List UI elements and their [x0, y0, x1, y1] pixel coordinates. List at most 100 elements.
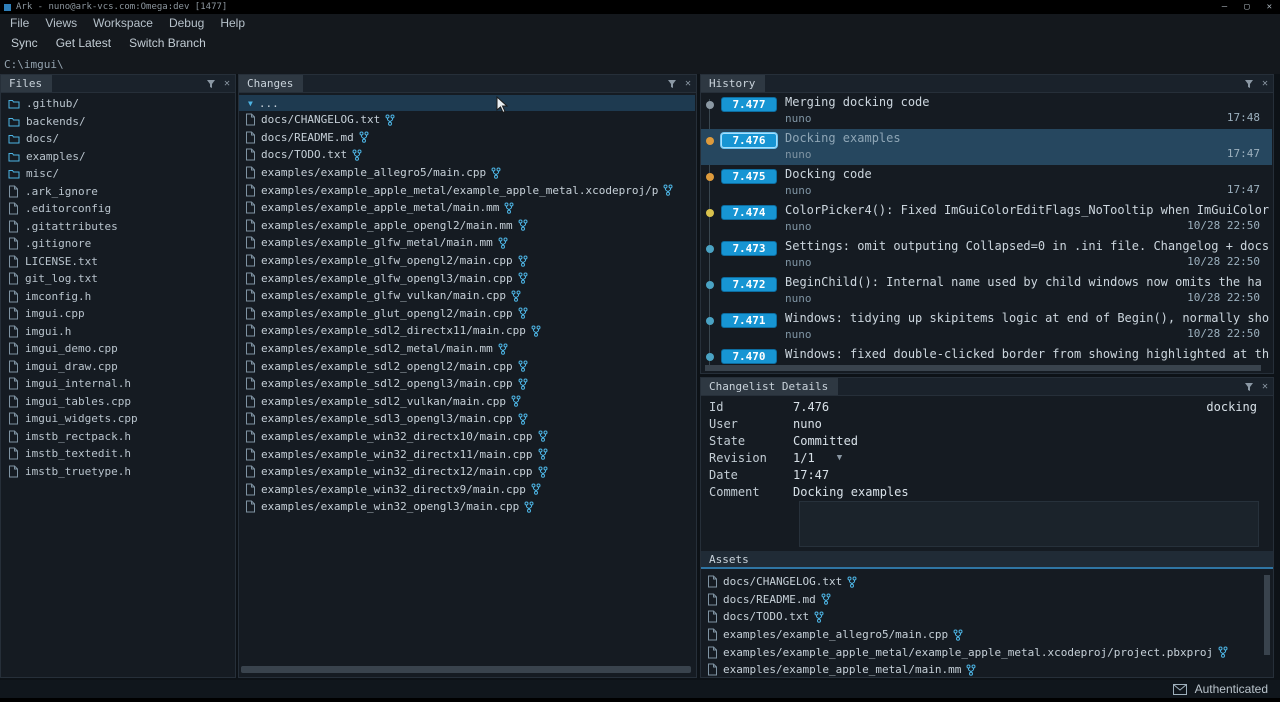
revision-badge[interactable]: 7.476 [721, 133, 777, 148]
close-icon[interactable]: ✕ [1262, 79, 1268, 89]
changed-file-row[interactable]: examples/example_glut_opengl2/main.cpp [239, 305, 695, 323]
get-latest-button[interactable]: Get Latest [47, 36, 120, 50]
revision-badge[interactable]: 7.470 [721, 349, 777, 364]
changed-file-row[interactable]: examples/example_glfw_vulkan/main.cpp [239, 287, 695, 305]
revision-dropdown-icon[interactable]: ▼ [837, 453, 842, 463]
changed-file-row[interactable]: examples/example_glfw_metal/main.mm [239, 234, 695, 252]
changes-root-row[interactable]: ▼ ... [239, 95, 695, 111]
changed-file-row[interactable]: examples/example_sdl2_opengl3/main.cpp [239, 375, 695, 393]
close-icon[interactable]: ✕ [224, 79, 230, 89]
file-tree-item[interactable]: docs/ [1, 130, 234, 148]
changed-file-name: examples/example_win32_directx11/main.cp… [261, 448, 533, 461]
menu-file[interactable]: File [2, 16, 37, 30]
history-entry[interactable]: 7.470Windows: fixed double-clicked borde… [701, 345, 1272, 365]
comment-input[interactable] [799, 501, 1259, 547]
changed-file-row[interactable]: examples/example_glfw_opengl2/main.cpp [239, 252, 695, 270]
file-tree-label: imstb_truetype.h [25, 465, 131, 478]
history-entry[interactable]: 7.475Docking codenuno17:47 [701, 165, 1272, 201]
file-tree-item[interactable]: imgui_demo.cpp [1, 340, 234, 358]
asset-row[interactable]: examples/example_apple_metal/example_app… [701, 643, 1263, 661]
maximize-button[interactable]: ▢ [1244, 2, 1249, 12]
changed-file-row[interactable]: examples/example_allegro5/main.cpp [239, 164, 695, 182]
file-tree-item[interactable]: imgui.h [1, 323, 234, 341]
file-tree-item[interactable]: .github/ [1, 95, 234, 113]
file-tree-item[interactable]: imgui.cpp [1, 305, 234, 323]
changed-file-row[interactable]: examples/example_sdl2_metal/main.mm [239, 340, 695, 358]
horizontal-scrollbar[interactable] [705, 365, 1261, 371]
file-tree-item[interactable]: examples/ [1, 148, 234, 166]
changed-file-row[interactable]: examples/example_sdl2_directx11/main.cpp [239, 322, 695, 340]
revision-badge[interactable]: 7.471 [721, 313, 777, 328]
revision-badge[interactable]: 7.475 [721, 169, 777, 184]
changed-file-row[interactable]: examples/example_sdl2_vulkan/main.cpp [239, 393, 695, 411]
menu-debug[interactable]: Debug [161, 16, 212, 30]
file-tree-item[interactable]: imgui_draw.cpp [1, 358, 234, 376]
asset-row[interactable]: docs/TODO.txt [701, 608, 1263, 626]
file-tree-item[interactable]: .gitignore [1, 235, 234, 253]
file-tree-item[interactable]: imgui_widgets.cpp [1, 410, 234, 428]
changed-file-row[interactable]: docs/TODO.txt [239, 146, 695, 164]
minimize-button[interactable]: — [1222, 2, 1227, 12]
history-entry[interactable]: 7.477Merging docking codenuno17:48 [701, 93, 1272, 129]
sync-button[interactable]: Sync [2, 36, 47, 50]
close-icon[interactable]: ✕ [1262, 382, 1268, 392]
filter-icon[interactable] [1244, 382, 1254, 392]
filter-icon[interactable] [667, 79, 677, 89]
changes-panel-title[interactable]: Changes [239, 75, 303, 92]
changed-file-row[interactable]: examples/example_win32_directx12/main.cp… [239, 463, 695, 481]
asset-row[interactable]: docs/CHANGELOG.txt [701, 573, 1263, 591]
changed-file-row[interactable]: examples/example_sdl3_opengl3/main.cpp [239, 410, 695, 428]
file-tree-item[interactable]: misc/ [1, 165, 234, 183]
changed-file-row[interactable]: examples/example_sdl2_opengl2/main.cpp [239, 357, 695, 375]
revision-badge[interactable]: 7.472 [721, 277, 777, 292]
history-entry[interactable]: 7.474ColorPicker4(): Fixed ImGuiColorEdi… [701, 201, 1272, 237]
revision-badge[interactable]: 7.474 [721, 205, 777, 220]
file-tree-item[interactable]: backends/ [1, 113, 234, 131]
changed-file-row[interactable]: examples/example_apple_metal/main.mm [239, 199, 695, 217]
file-tree-item[interactable]: imstb_textedit.h [1, 445, 234, 463]
file-tree-item[interactable]: .editorconfig [1, 200, 234, 218]
vertical-scrollbar[interactable] [1264, 575, 1270, 655]
filter-icon[interactable] [206, 79, 216, 89]
chevron-down-icon[interactable]: ▼ [248, 99, 253, 108]
asset-row[interactable]: docs/README.md [701, 591, 1263, 609]
horizontal-scrollbar[interactable] [241, 666, 691, 673]
file-tree-item[interactable]: imconfig.h [1, 288, 234, 306]
history-entry[interactable]: 7.473Settings: omit outputing Collapsed=… [701, 237, 1272, 273]
close-icon[interactable]: ✕ [685, 79, 691, 89]
file-tree-item[interactable]: imstb_rectpack.h [1, 428, 234, 446]
changed-file-row[interactable]: docs/CHANGELOG.txt [239, 111, 695, 129]
revision-badge[interactable]: 7.477 [721, 97, 777, 112]
changed-file-row[interactable]: examples/example_glfw_opengl3/main.cpp [239, 269, 695, 287]
changed-file-row[interactable]: examples/example_win32_opengl3/main.cpp [239, 498, 695, 516]
changed-file-row[interactable]: examples/example_win32_directx9/main.cpp [239, 480, 695, 498]
close-button[interactable]: ✕ [1267, 2, 1272, 12]
menu-views[interactable]: Views [37, 16, 85, 30]
file-tree-item[interactable]: .ark_ignore [1, 183, 234, 201]
branch-icon [538, 448, 548, 460]
filter-icon[interactable] [1244, 79, 1254, 89]
changed-file-row[interactable]: examples/example_apple_metal/example_app… [239, 181, 695, 199]
file-tree-item[interactable]: imstb_truetype.h [1, 463, 234, 481]
asset-row[interactable]: examples/example_allegro5/main.cpp [701, 626, 1263, 644]
history-panel-title[interactable]: History [701, 75, 765, 92]
file-tree-item[interactable]: LICENSE.txt [1, 253, 234, 271]
history-entry[interactable]: 7.476Docking examplesnuno17:47 [701, 129, 1272, 165]
revision-badge[interactable]: 7.473 [721, 241, 777, 256]
switch-branch-button[interactable]: Switch Branch [120, 36, 215, 50]
changed-file-row[interactable]: examples/example_apple_opengl2/main.mm [239, 217, 695, 235]
changed-file-row[interactable]: examples/example_win32_directx10/main.cp… [239, 428, 695, 446]
file-tree-item[interactable]: git_log.txt [1, 270, 234, 288]
file-tree-item[interactable]: imgui_tables.cpp [1, 393, 234, 411]
file-tree-item[interactable]: .gitattributes [1, 218, 234, 236]
menu-workspace[interactable]: Workspace [85, 16, 161, 30]
changed-file-row[interactable]: examples/example_win32_directx11/main.cp… [239, 445, 695, 463]
file-tree-item[interactable]: imgui_internal.h [1, 375, 234, 393]
files-panel-title[interactable]: Files [1, 75, 52, 92]
menu-help[interactable]: Help [212, 16, 253, 30]
asset-row[interactable]: examples/example_apple_metal/main.mm [701, 661, 1263, 676]
changed-file-row[interactable]: docs/README.md [239, 129, 695, 147]
history-entry[interactable]: 7.471Windows: tidying up skipitems logic… [701, 309, 1272, 345]
history-entry[interactable]: 7.472BeginChild(): Internal name used by… [701, 273, 1272, 309]
details-panel-title[interactable]: Changelist Details [701, 378, 838, 395]
